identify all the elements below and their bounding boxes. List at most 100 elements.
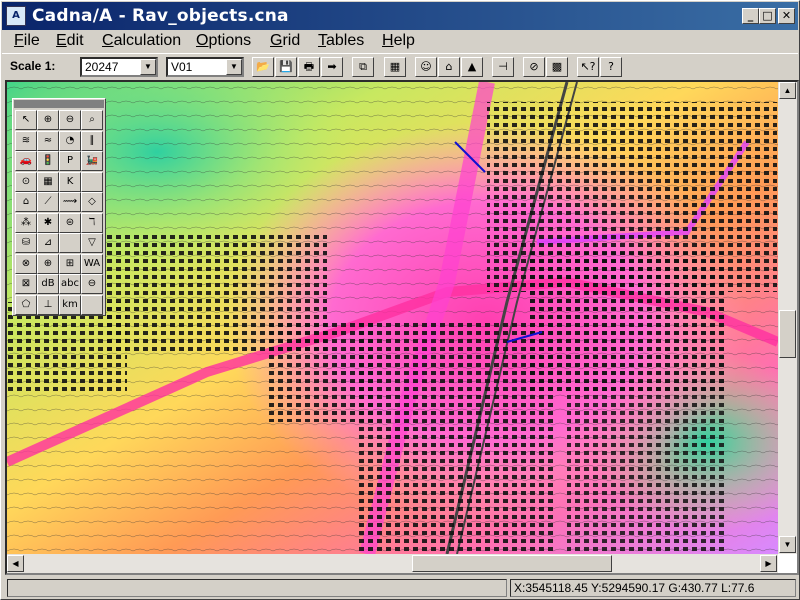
menu-item[interactable]: Tables — [318, 32, 364, 50]
scroll-right-button[interactable]: ▶ — [760, 555, 777, 572]
minimize-button[interactable]: _ — [742, 8, 759, 24]
palette-tool-button[interactable]: ⊥ — [37, 294, 59, 315]
palette-tool-button[interactable] — [81, 294, 103, 315]
palette-tool-button[interactable]: ✱ — [37, 212, 59, 233]
map-view[interactable]: ↖ ⊕ ⊖ ⌕ ≋ ≈ ◔ ∥ 🚗 🚦 P 🚂 ⊙ ▦ K ⌂ ⟋ ⟿ ◇ ⁂ ✱ ⊜ ℸ ⛁ ⊿ ▽ ⊗ ⊕ ⊞ WA ⊠ dB abc ⊖ ⬠ ⊥… — [5, 80, 799, 575]
menu-item[interactable]: Edit — [56, 32, 84, 50]
palette-tool-button[interactable]: ⊙ — [15, 171, 37, 192]
calculator-button[interactable]: ▦ — [384, 57, 406, 77]
palette-tool-button[interactable]: ⊜ — [59, 212, 81, 233]
menu-item[interactable]: Grid — [270, 32, 300, 50]
palette-tool-button[interactable] — [81, 171, 103, 192]
help-icon: ? — [608, 60, 614, 73]
horizontal-scroll-thumb[interactable] — [412, 555, 612, 572]
palette-tool-button[interactable]: ⛁ — [15, 233, 37, 253]
palette-tool-button[interactable]: ▦ — [37, 171, 59, 192]
palette-tool-button[interactable]: ⊖ — [81, 274, 103, 294]
copy-button[interactable]: ⧉ — [352, 57, 374, 77]
close-button[interactable]: ✕ — [778, 8, 795, 24]
abc-text-icon: abc — [61, 278, 79, 289]
palette-tool-button[interactable]: ⁂ — [15, 212, 37, 233]
menu-item[interactable]: Options — [196, 32, 251, 50]
palette-tool-button[interactable]: ⊠ — [15, 274, 37, 294]
vertical-area-icon: ∥ — [89, 134, 95, 146]
print-button[interactable]: 🖶 — [298, 57, 320, 77]
scroll-left-button[interactable]: ◀ — [7, 555, 24, 572]
palette-tool-button[interactable]: dB — [37, 274, 59, 294]
palette-tool-button[interactable]: 🚗 — [15, 151, 37, 171]
save-button[interactable]: 💾 — [275, 57, 297, 77]
maximize-button[interactable]: □ — [759, 8, 776, 24]
palette-caption[interactable] — [14, 100, 104, 108]
horizontal-scrollbar[interactable]: ◀ ▶ — [7, 554, 778, 573]
cadna-app-icon[interactable]: A — [6, 6, 26, 26]
zoom-out-icon: ⊖ — [65, 114, 75, 125]
variant-combo[interactable]: V01 ▼ — [166, 57, 244, 77]
export-arrow-button[interactable]: ➡ — [321, 57, 343, 77]
menu-item[interactable]: Calculation — [102, 32, 181, 50]
palette-tool-button[interactable]: P — [59, 151, 81, 171]
scroll-down-button[interactable]: ▼ — [779, 536, 796, 553]
grid-map-button[interactable]: ▩ — [546, 57, 568, 77]
palette-tool-button[interactable]: ⊕ — [37, 253, 59, 274]
palette-tool-button[interactable]: 🚂 — [81, 151, 103, 171]
landscape-button[interactable]: ▲ — [461, 57, 483, 77]
menu-item[interactable]: Help — [382, 32, 415, 50]
parking-icon: P — [66, 155, 74, 166]
palette-tool-button[interactable]: K — [59, 171, 81, 192]
vertical-scroll-thumb[interactable] — [779, 310, 796, 358]
palette-tool-button[interactable]: ℸ — [81, 212, 103, 233]
palette-tool-button[interactable]: 🚦 — [37, 151, 59, 171]
palette-tool-button[interactable]: ⊕ — [37, 110, 59, 130]
palette-tool-button[interactable]: abc — [59, 274, 81, 294]
menu-mnemonic: O — [196, 32, 209, 49]
palette-tool-button[interactable]: ⌂ — [15, 192, 37, 212]
industry-button[interactable]: ⌂ — [438, 57, 460, 77]
traffic-light-icon: 🚦 — [41, 155, 55, 166]
tool-palette[interactable]: ↖ ⊕ ⊖ ⌕ ≋ ≈ ◔ ∥ 🚗 🚦 P 🚂 ⊙ ▦ K ⌂ ⟋ ⟿ ◇ ⁂ ✱ ⊜ ℸ ⛁ ⊿ ▽ ⊗ ⊕ ⊞ WA ⊠ dB abc ⊖ ⬠ ⊥… — [12, 98, 106, 316]
height-point-icon: ⊥ — [43, 298, 53, 310]
palette-tool-button[interactable]: ⊖ — [59, 110, 81, 130]
vegetation-icon: ✱ — [43, 216, 53, 228]
smiley-button[interactable]: ☺ — [415, 57, 437, 77]
palette-tool-button[interactable]: ↖ — [15, 110, 37, 130]
palette-tool-button[interactable]: ≋ — [15, 130, 37, 151]
pin-button[interactable]: ⊣ — [492, 57, 514, 77]
pointer-icon: ↖ — [21, 114, 31, 125]
scale-combo[interactable]: 20247 ▼ — [80, 57, 158, 77]
gauge-icon: ⊙ — [21, 175, 31, 187]
open-button[interactable]: 📂 — [252, 57, 274, 77]
menu-label: ptions — [208, 32, 252, 49]
grid-settings-button[interactable]: ⊘ — [523, 57, 545, 77]
menu-label: alculation — [113, 32, 182, 49]
menu-item[interactable]: File — [14, 32, 40, 50]
scroll-up-button[interactable]: ▲ — [779, 82, 796, 99]
palette-tool-button[interactable]: ⊞ — [59, 253, 81, 274]
menu-label: ile — [23, 32, 40, 49]
palette-tool-button[interactable]: ⊿ — [37, 233, 59, 253]
palette-tool-button[interactable]: ⟿ — [59, 192, 81, 212]
chevron-down-icon[interactable]: ▼ — [226, 59, 242, 75]
palette-tool-button[interactable] — [59, 233, 81, 253]
palette-tool-button[interactable]: ∥ — [81, 130, 103, 151]
calc-area-icon: ⊞ — [65, 257, 75, 269]
palette-tool-button[interactable]: ▽ — [81, 233, 103, 253]
text-k-icon: K — [66, 175, 74, 187]
palette-tool-button[interactable]: ◇ — [81, 192, 103, 212]
title-bar[interactable]: A Cadna/A - Rav_objects.cna _ □ ✕ — [2, 2, 798, 30]
palette-tool-button[interactable]: ≈ — [37, 130, 59, 151]
vertical-scrollbar[interactable]: ▲ ▼ — [778, 82, 797, 554]
palette-tool-button[interactable]: km — [59, 294, 81, 315]
palette-tool-button[interactable]: ⌕ — [81, 110, 103, 130]
chevron-down-icon[interactable]: ▼ — [140, 59, 156, 75]
palette-tool-button[interactable]: WA — [81, 253, 103, 274]
landscape-icon: ▲ — [467, 60, 477, 73]
ruler-icon: ⊿ — [43, 237, 53, 248]
help-button[interactable]: ? — [600, 57, 622, 77]
palette-tool-button[interactable]: ⬠ — [15, 294, 37, 315]
palette-tool-button[interactable]: ◔ — [59, 130, 81, 151]
palette-tool-button[interactable]: ⊗ — [15, 253, 37, 274]
noise-map-canvas[interactable] — [7, 82, 778, 554]
palette-tool-button[interactable]: ⟋ — [37, 192, 59, 212]
help-pointer-button[interactable]: ↖? — [577, 57, 599, 77]
